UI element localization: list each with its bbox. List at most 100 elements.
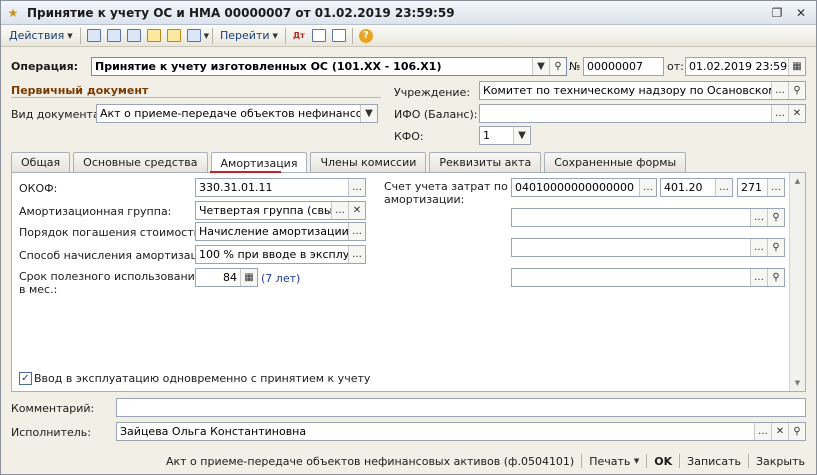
restore-icon[interactable]: ❐: [766, 4, 788, 22]
toolbar-separator: [79, 27, 81, 44]
close-icon[interactable]: ✕: [790, 4, 812, 22]
dropdown-icon[interactable]: ▼: [360, 105, 377, 122]
group-value: Четвертая группа (свыше: [199, 204, 331, 217]
close-button[interactable]: Закрыть: [751, 451, 810, 471]
group-field[interactable]: Четвертая группа (свыше … ✕: [195, 201, 366, 220]
comment-label: Комментарий:: [11, 402, 95, 415]
account-sub2-value: 271: [741, 181, 762, 194]
doc-type-select[interactable]: Акт о приеме-передаче объектов нефинансо…: [96, 104, 378, 123]
caret-down-icon[interactable]: ▼: [204, 32, 209, 40]
select-icon[interactable]: …: [754, 423, 771, 440]
institution-label: Учреждение:: [394, 86, 471, 99]
post-and-close-icon[interactable]: [144, 27, 164, 45]
section-divider: [11, 97, 381, 98]
save-button[interactable]: Записать: [682, 451, 746, 471]
search-icon[interactable]: ⚲: [549, 58, 566, 75]
account-sub1-field[interactable]: 401.20 …: [660, 178, 733, 197]
tab-saved-forms[interactable]: Сохраненные формы: [544, 152, 687, 172]
operation-field[interactable]: Принятие к учету изготовленных ОС (101.Х…: [91, 57, 567, 76]
search-icon[interactable]: ⚲: [767, 209, 784, 226]
account-field[interactable]: 04010000000000000 …: [511, 178, 657, 197]
tab-commission-members[interactable]: Члены комиссии: [310, 152, 427, 172]
executor-field[interactable]: Зайцева Ольга Константиновна … ✕ ⚲: [116, 422, 806, 441]
ok-button[interactable]: OK: [649, 451, 677, 471]
help-icon[interactable]: ?: [356, 27, 376, 45]
search-icon[interactable]: ⚲: [788, 82, 805, 99]
structure-icon[interactable]: [309, 27, 329, 45]
select-icon[interactable]: …: [715, 179, 732, 196]
analytics-field-3[interactable]: … ⚲: [511, 268, 785, 287]
actions-menu[interactable]: Действия ▼: [5, 27, 77, 45]
unpost-icon[interactable]: [164, 27, 184, 45]
tab-general[interactable]: Общая: [11, 152, 71, 172]
caret-down-icon: ▼: [67, 31, 73, 40]
report-icon[interactable]: [329, 27, 349, 45]
repay-value: Начисление амортизации: [199, 225, 348, 238]
search-icon[interactable]: ⚲: [767, 269, 784, 286]
operation-label: Операция:: [11, 60, 79, 73]
select-icon[interactable]: …: [767, 179, 784, 196]
document-icon: ★: [7, 5, 19, 20]
search-icon[interactable]: ⚲: [788, 423, 805, 440]
calendar-icon[interactable]: ▦: [788, 58, 805, 75]
print-form-link[interactable]: Акт о приеме-передаче объектов нефинансо…: [161, 451, 579, 471]
toolbar-separator: [212, 27, 213, 44]
refresh-icon[interactable]: [104, 27, 124, 45]
copy-icon[interactable]: [124, 27, 144, 45]
analytics-field-1[interactable]: … ⚲: [511, 208, 785, 227]
document-window: ★ Принятие к учету ОС и НМА 00000007 от …: [0, 0, 817, 475]
date-label: от:: [667, 60, 684, 73]
select-icon[interactable]: …: [750, 269, 767, 286]
institution-value: Комитет по техническому надзору по Осано…: [483, 84, 771, 97]
caret-down-icon: ▼: [633, 457, 640, 465]
dropdown-icon[interactable]: ▼: [513, 127, 530, 144]
search-icon[interactable]: ⚲: [767, 239, 784, 256]
select-icon[interactable]: …: [750, 209, 767, 226]
okof-field[interactable]: 330.31.01.11 …: [195, 178, 366, 197]
tab-fixed-assets[interactable]: Основные средства: [73, 152, 208, 172]
ifo-field[interactable]: … ✕: [479, 104, 806, 123]
goto-menu[interactable]: Перейти ▼: [216, 27, 282, 45]
select-icon[interactable]: …: [348, 246, 365, 263]
select-icon[interactable]: …: [771, 105, 788, 122]
select-icon[interactable]: …: [639, 179, 656, 196]
scroll-up-icon[interactable]: ▲: [790, 173, 805, 189]
clear-icon[interactable]: ✕: [348, 202, 365, 219]
scroll-down-icon[interactable]: ▼: [790, 375, 805, 391]
based-on-icon[interactable]: [184, 27, 204, 45]
method-value: 100 % при вводе в эксплуата: [199, 248, 348, 261]
analytics-field-2[interactable]: … ⚲: [511, 238, 785, 257]
select-icon[interactable]: …: [750, 239, 767, 256]
panel-scrollbar[interactable]: ▲ ▼: [789, 173, 805, 391]
print-menu[interactable]: Печать ▼: [584, 451, 644, 471]
comment-field[interactable]: [116, 398, 806, 417]
select-icon[interactable]: …: [331, 202, 348, 219]
group-label: Амортизационная группа:: [19, 205, 172, 218]
clear-icon[interactable]: ✕: [771, 423, 788, 440]
select-icon[interactable]: …: [771, 82, 788, 99]
date-field[interactable]: 01.02.2019 23:59:59 ▦: [685, 57, 806, 76]
repay-field[interactable]: Начисление амортизации …: [195, 222, 366, 241]
method-field[interactable]: 100 % при вводе в эксплуата …: [195, 245, 366, 264]
account-sub2-field[interactable]: 271 …: [737, 178, 785, 197]
calculator-icon[interactable]: ▦: [240, 269, 257, 286]
institution-field[interactable]: Комитет по техническому надзору по Осано…: [479, 81, 806, 100]
post-icon[interactable]: [84, 27, 104, 45]
doc-type-value: Акт о приеме-передаче объектов нефинансо…: [100, 107, 360, 120]
toolbar-separator: [284, 27, 286, 44]
executor-value: Зайцева Ольга Константиновна: [120, 425, 307, 438]
term-field[interactable]: 84 ▦: [195, 268, 258, 287]
dropdown-icon[interactable]: ▼: [532, 58, 549, 75]
commissioning-checkbox[interactable]: ✓: [19, 372, 32, 385]
operation-value: Принятие к учету изготовленных ОС (101.Х…: [95, 60, 442, 73]
window-title: Принятие к учету ОС и НМА 00000007 от 01…: [27, 5, 455, 20]
method-label: Способ начисления амортизации:: [19, 249, 216, 262]
debit-credit-icon[interactable]: Дт: [289, 27, 309, 45]
clear-icon[interactable]: ✕: [788, 105, 805, 122]
select-icon[interactable]: …: [348, 179, 365, 196]
tab-depreciation[interactable]: Амортизация: [210, 152, 308, 173]
tab-act-details[interactable]: Реквизиты акта: [429, 152, 542, 172]
number-field[interactable]: 00000007: [583, 57, 664, 76]
kfo-select[interactable]: 1 ▼: [479, 126, 531, 145]
select-icon[interactable]: …: [348, 223, 365, 240]
